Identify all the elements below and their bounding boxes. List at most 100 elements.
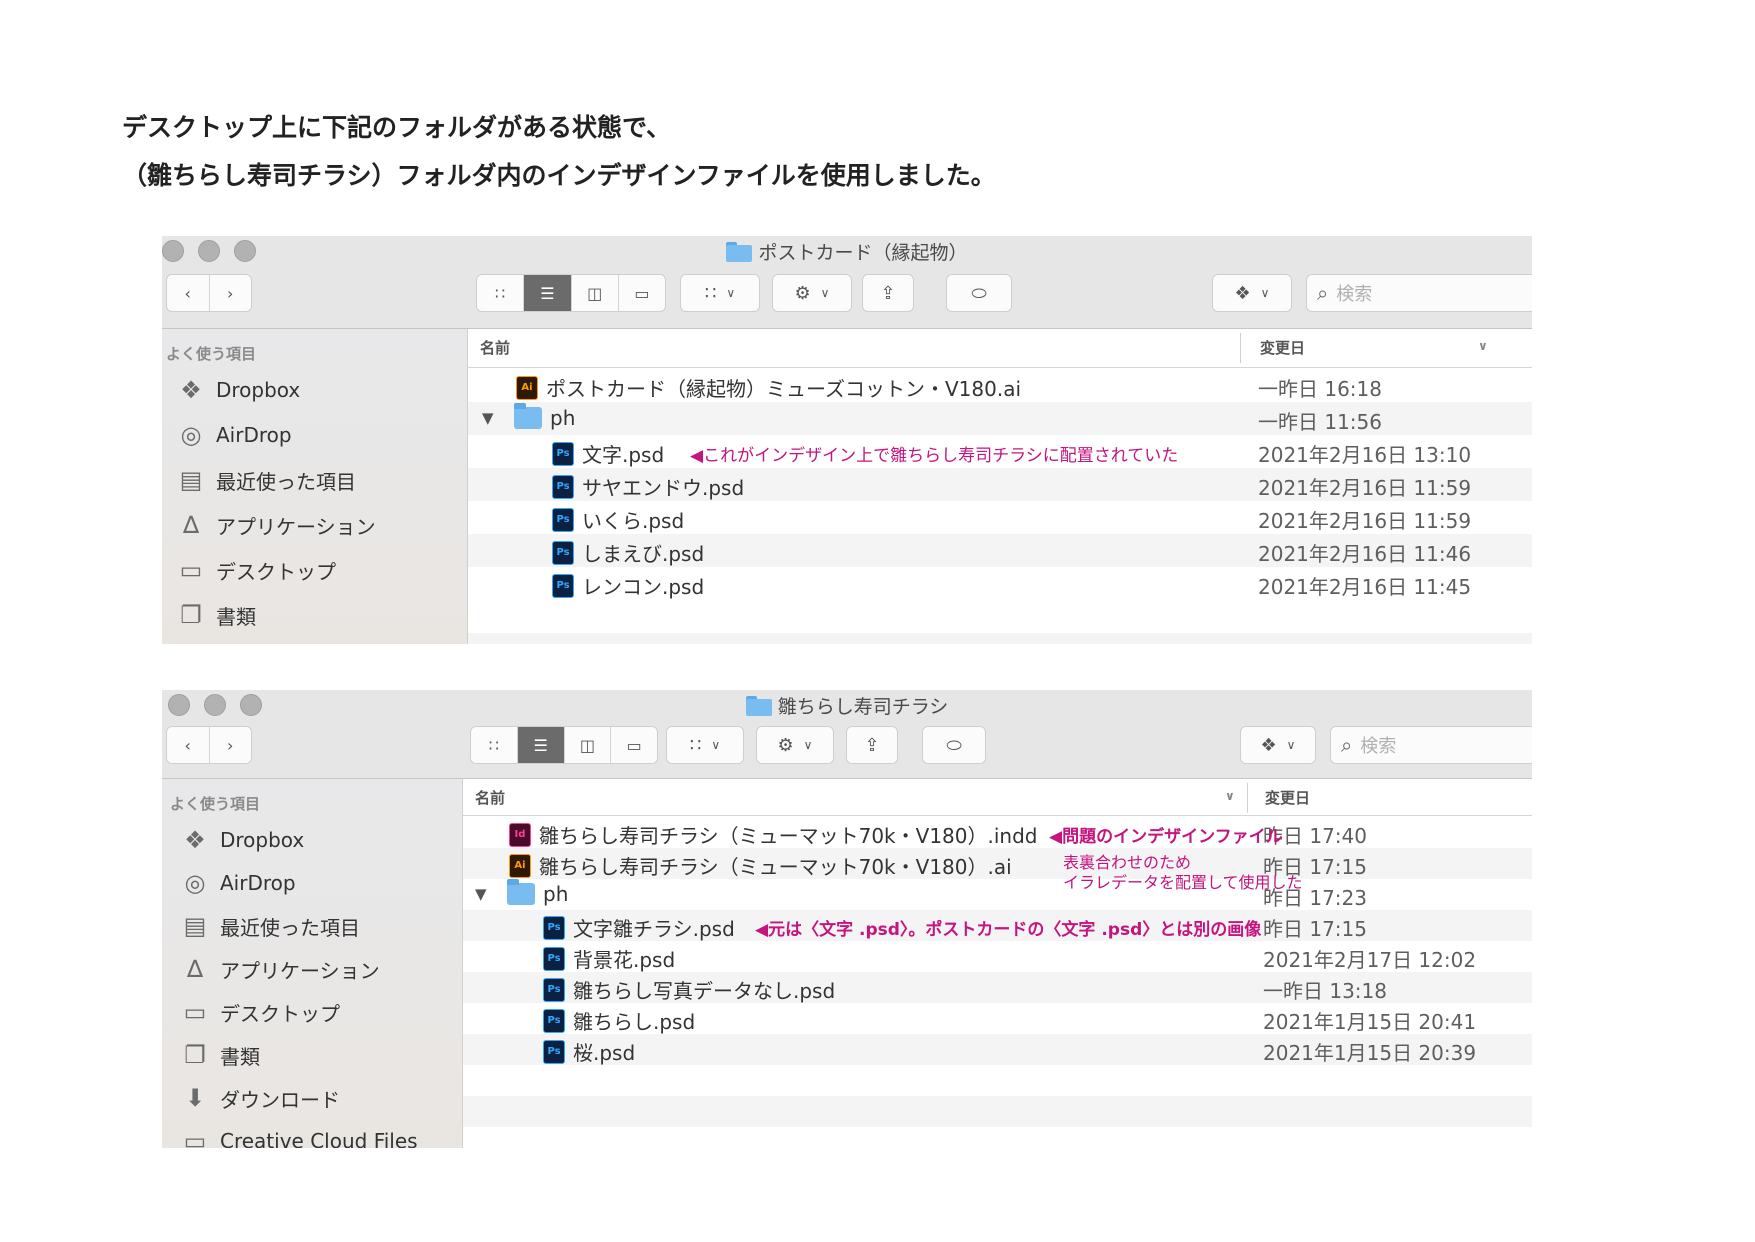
table-row[interactable]: Ps 文字.psd ◀これがインデザイン上で雛ちらし寿司チラシに配置されていた 2… <box>468 435 1532 468</box>
sidebar-item-dropbox[interactable]: ❖ Dropbox <box>176 375 300 405</box>
table-row[interactable]: Id 雛ちらし寿司チラシ（ミューマット70k・V180）.indd 昨日 17:4… <box>463 817 1532 848</box>
table-row[interactable]: Ps 桜.psd 2021年1月15日 20:39 <box>463 1034 1532 1065</box>
list-view-button[interactable]: ☰ <box>524 275 572 311</box>
file-name: 桜.psd <box>573 1041 636 1065</box>
sidebar-item-downloads[interactable]: ⬇ ダウンロード <box>180 1083 340 1113</box>
group-button[interactable]: ∷ ∨ <box>680 274 760 312</box>
sidebar-item-dropbox[interactable]: ❖ Dropbox <box>180 825 304 855</box>
empty-row <box>463 1096 1532 1127</box>
forward-button[interactable]: › <box>210 727 252 763</box>
sidebar-item-label: 最近使った項目 <box>216 469 356 494</box>
date-column-header[interactable]: 変更日 <box>1260 337 1305 358</box>
photoshop-file-icon: Ps <box>543 977 565 1002</box>
file-list: 名前 ∨ 変更日 Id 雛ちらし寿司チラシ（ミューマット70k・V180）.ind… <box>463 779 1532 1148</box>
empty-row <box>463 1065 1532 1096</box>
back-button[interactable]: ‹ <box>167 275 210 311</box>
icon-view-button[interactable]: ∷ <box>471 727 518 763</box>
sidebar-item-recents[interactable]: ▤ 最近使った項目 <box>176 465 356 495</box>
nav-buttons: ‹ › <box>166 274 252 312</box>
sidebar-item-desktop[interactable]: ▭ デスクトップ <box>180 997 340 1027</box>
search-field[interactable]: ⌕ 検索 <box>1306 274 1532 312</box>
sidebar-item-applications[interactable]: ∆ アプリケーション <box>176 510 376 540</box>
table-row[interactable]: Ai ポストカード（縁起物）ミューズコットン・V180.ai 一昨日 16:18 <box>468 369 1532 402</box>
sidebar-item-creative-cloud-files[interactable]: ▭ Creative Cloud Files <box>180 1126 418 1148</box>
photoshop-file-icon: Ps <box>552 507 574 532</box>
sidebar-item-airdrop[interactable]: ◎ AirDrop <box>176 420 292 450</box>
table-row[interactable]: Ps いくら.psd 2021年2月16日 11:59 <box>468 501 1532 534</box>
table-row[interactable]: Ai 雛ちらし寿司チラシ（ミューマット70k・V180）.ai 昨日 17:15 <box>463 848 1532 879</box>
name-column-header[interactable]: 名前 <box>480 337 510 358</box>
desktop-icon: ▭ <box>179 556 203 584</box>
toolbar: 雛ちらし寿司チラシ ‹ › ∷ ☰ ◫ ▭ ∷ ∨ ⚙ ∨ ⇪ ⬭ ❖ ∨ ⌕ 検索 <box>162 690 1532 779</box>
disclosure-triangle-icon[interactable]: ▼ <box>475 885 487 903</box>
sidebar: よく使う項目 ❖ Dropbox ◎ AirDrop ▤ 最近使った項目 ∆ アプリケー… <box>162 779 463 1148</box>
airdrop-icon: ◎ <box>184 869 206 897</box>
sidebar-item-applications[interactable]: ∆ アプリケーション <box>180 954 380 984</box>
share-button[interactable]: ⇪ <box>862 274 914 312</box>
gallery-view-button[interactable]: ▭ <box>611 727 657 763</box>
airdrop-icon: ◎ <box>180 421 202 449</box>
table-row[interactable]: Ps 雛ちらし.psd 2021年1月15日 20:41 <box>463 1003 1532 1034</box>
share-button[interactable]: ⇪ <box>846 726 898 764</box>
table-row[interactable]: Ps 文字雛チラシ.psd ◀元は〈文字 .psd〉。ポストカードの〈文字 .ps… <box>463 910 1532 941</box>
sidebar-item-label: AirDrop <box>216 423 292 447</box>
sidebar-item-desktop[interactable]: ▭ デスクトップ <box>176 555 336 585</box>
table-row[interactable]: ▼ ph 一昨日 11:56 <box>468 402 1532 435</box>
gallery-view-button[interactable]: ▭ <box>619 275 665 311</box>
table-row[interactable]: Ps しまえび.psd 2021年2月16日 11:46 <box>468 534 1532 567</box>
chevron-down-icon: ∨ <box>1478 339 1488 353</box>
sidebar-item-label: Dropbox <box>220 828 305 852</box>
sidebar-item-airdrop[interactable]: ◎ AirDrop <box>180 868 296 898</box>
photoshop-file-icon: Ps <box>552 540 574 565</box>
forward-button[interactable]: › <box>210 275 252 311</box>
photoshop-file-icon: Ps <box>543 1039 565 1064</box>
back-button[interactable]: ‹ <box>167 727 210 763</box>
illustrator-file-icon: Ai <box>509 853 531 878</box>
sidebar-item-label: デスクトップ <box>220 1001 340 1026</box>
sidebar-heading: よく使う項目 <box>166 345 257 363</box>
sidebar-item-label: 最近使った項目 <box>220 915 360 940</box>
icon-view-button[interactable]: ∷ <box>477 275 525 311</box>
intro-text: デスクトップ上に下記のフォルダがある状態で、 （雛ちらし寿司チラシ）フォルダ内の… <box>122 104 996 200</box>
intro-line-1: デスクトップ上に下記のフォルダがある状態で、 <box>122 113 672 142</box>
recents-icon: ▤ <box>183 912 207 940</box>
folder-icon <box>745 695 772 716</box>
chevron-down-icon: ∨ <box>803 738 813 752</box>
search-field[interactable]: ⌕ 検索 <box>1330 726 1532 764</box>
file-name: 文字.psd <box>582 443 665 467</box>
sidebar-item-label: Dropbox <box>216 378 301 402</box>
indesign-file-icon: Id <box>509 822 531 847</box>
tag-button[interactable]: ⬭ <box>946 274 1012 312</box>
list-view-button[interactable]: ☰ <box>517 727 565 763</box>
table-row[interactable]: Ps 背景花.psd 2021年2月17日 12:02 <box>463 941 1532 972</box>
annotation-indd: ◀問題のインデザインファイル <box>1049 827 1283 847</box>
file-name: レンコン.psd <box>582 575 705 599</box>
name-column-header[interactable]: 名前 <box>475 787 505 808</box>
sidebar-item-documents[interactable]: ❐ 書類 <box>180 1040 260 1070</box>
action-button[interactable]: ⚙ ∨ <box>756 726 834 764</box>
sidebar-item-label: AirDrop <box>220 871 296 895</box>
date-column-header[interactable]: 変更日 <box>1265 787 1310 808</box>
table-row[interactable]: Ps サヤエンドウ.psd 2021年2月16日 11:59 <box>468 468 1532 501</box>
sidebar-item-recents[interactable]: ▤ 最近使った項目 <box>180 911 360 941</box>
table-row[interactable]: Ps 雛ちらし写真データなし.psd 一昨日 13:18 <box>463 972 1532 1003</box>
disclosure-triangle-icon[interactable]: ▼ <box>482 409 494 427</box>
tag-button[interactable]: ⬭ <box>922 726 986 764</box>
dropbox-button[interactable]: ❖ ∨ <box>1212 274 1292 312</box>
recents-icon: ▤ <box>179 466 203 494</box>
finder-window-hina-chirashi: 雛ちらし寿司チラシ ‹ › ∷ ☰ ◫ ▭ ∷ ∨ ⚙ ∨ ⇪ ⬭ ❖ ∨ ⌕ 検索 … <box>162 690 1532 1148</box>
dropbox-button[interactable]: ❖ ∨ <box>1240 726 1316 764</box>
photoshop-file-icon: Ps <box>552 573 574 598</box>
action-button[interactable]: ⚙ ∨ <box>772 274 852 312</box>
sidebar-item-documents[interactable]: ❐ 書類 <box>176 600 256 630</box>
group-button[interactable]: ∷ ∨ <box>666 726 744 764</box>
sidebar-heading: よく使う項目 <box>170 795 261 813</box>
list-header: 名前 ∨ 変更日 <box>463 779 1532 816</box>
photoshop-file-icon: Ps <box>552 474 574 499</box>
column-view-button[interactable]: ◫ <box>565 727 612 763</box>
column-view-button[interactable]: ◫ <box>572 275 619 311</box>
chevron-down-icon: ∨ <box>820 286 830 300</box>
table-row[interactable]: Ps レンコン.psd 2021年2月16日 11:45 <box>468 567 1532 600</box>
table-row[interactable]: ▼ ph 昨日 17:23 <box>463 879 1532 910</box>
applications-icon: ∆ <box>182 511 200 539</box>
